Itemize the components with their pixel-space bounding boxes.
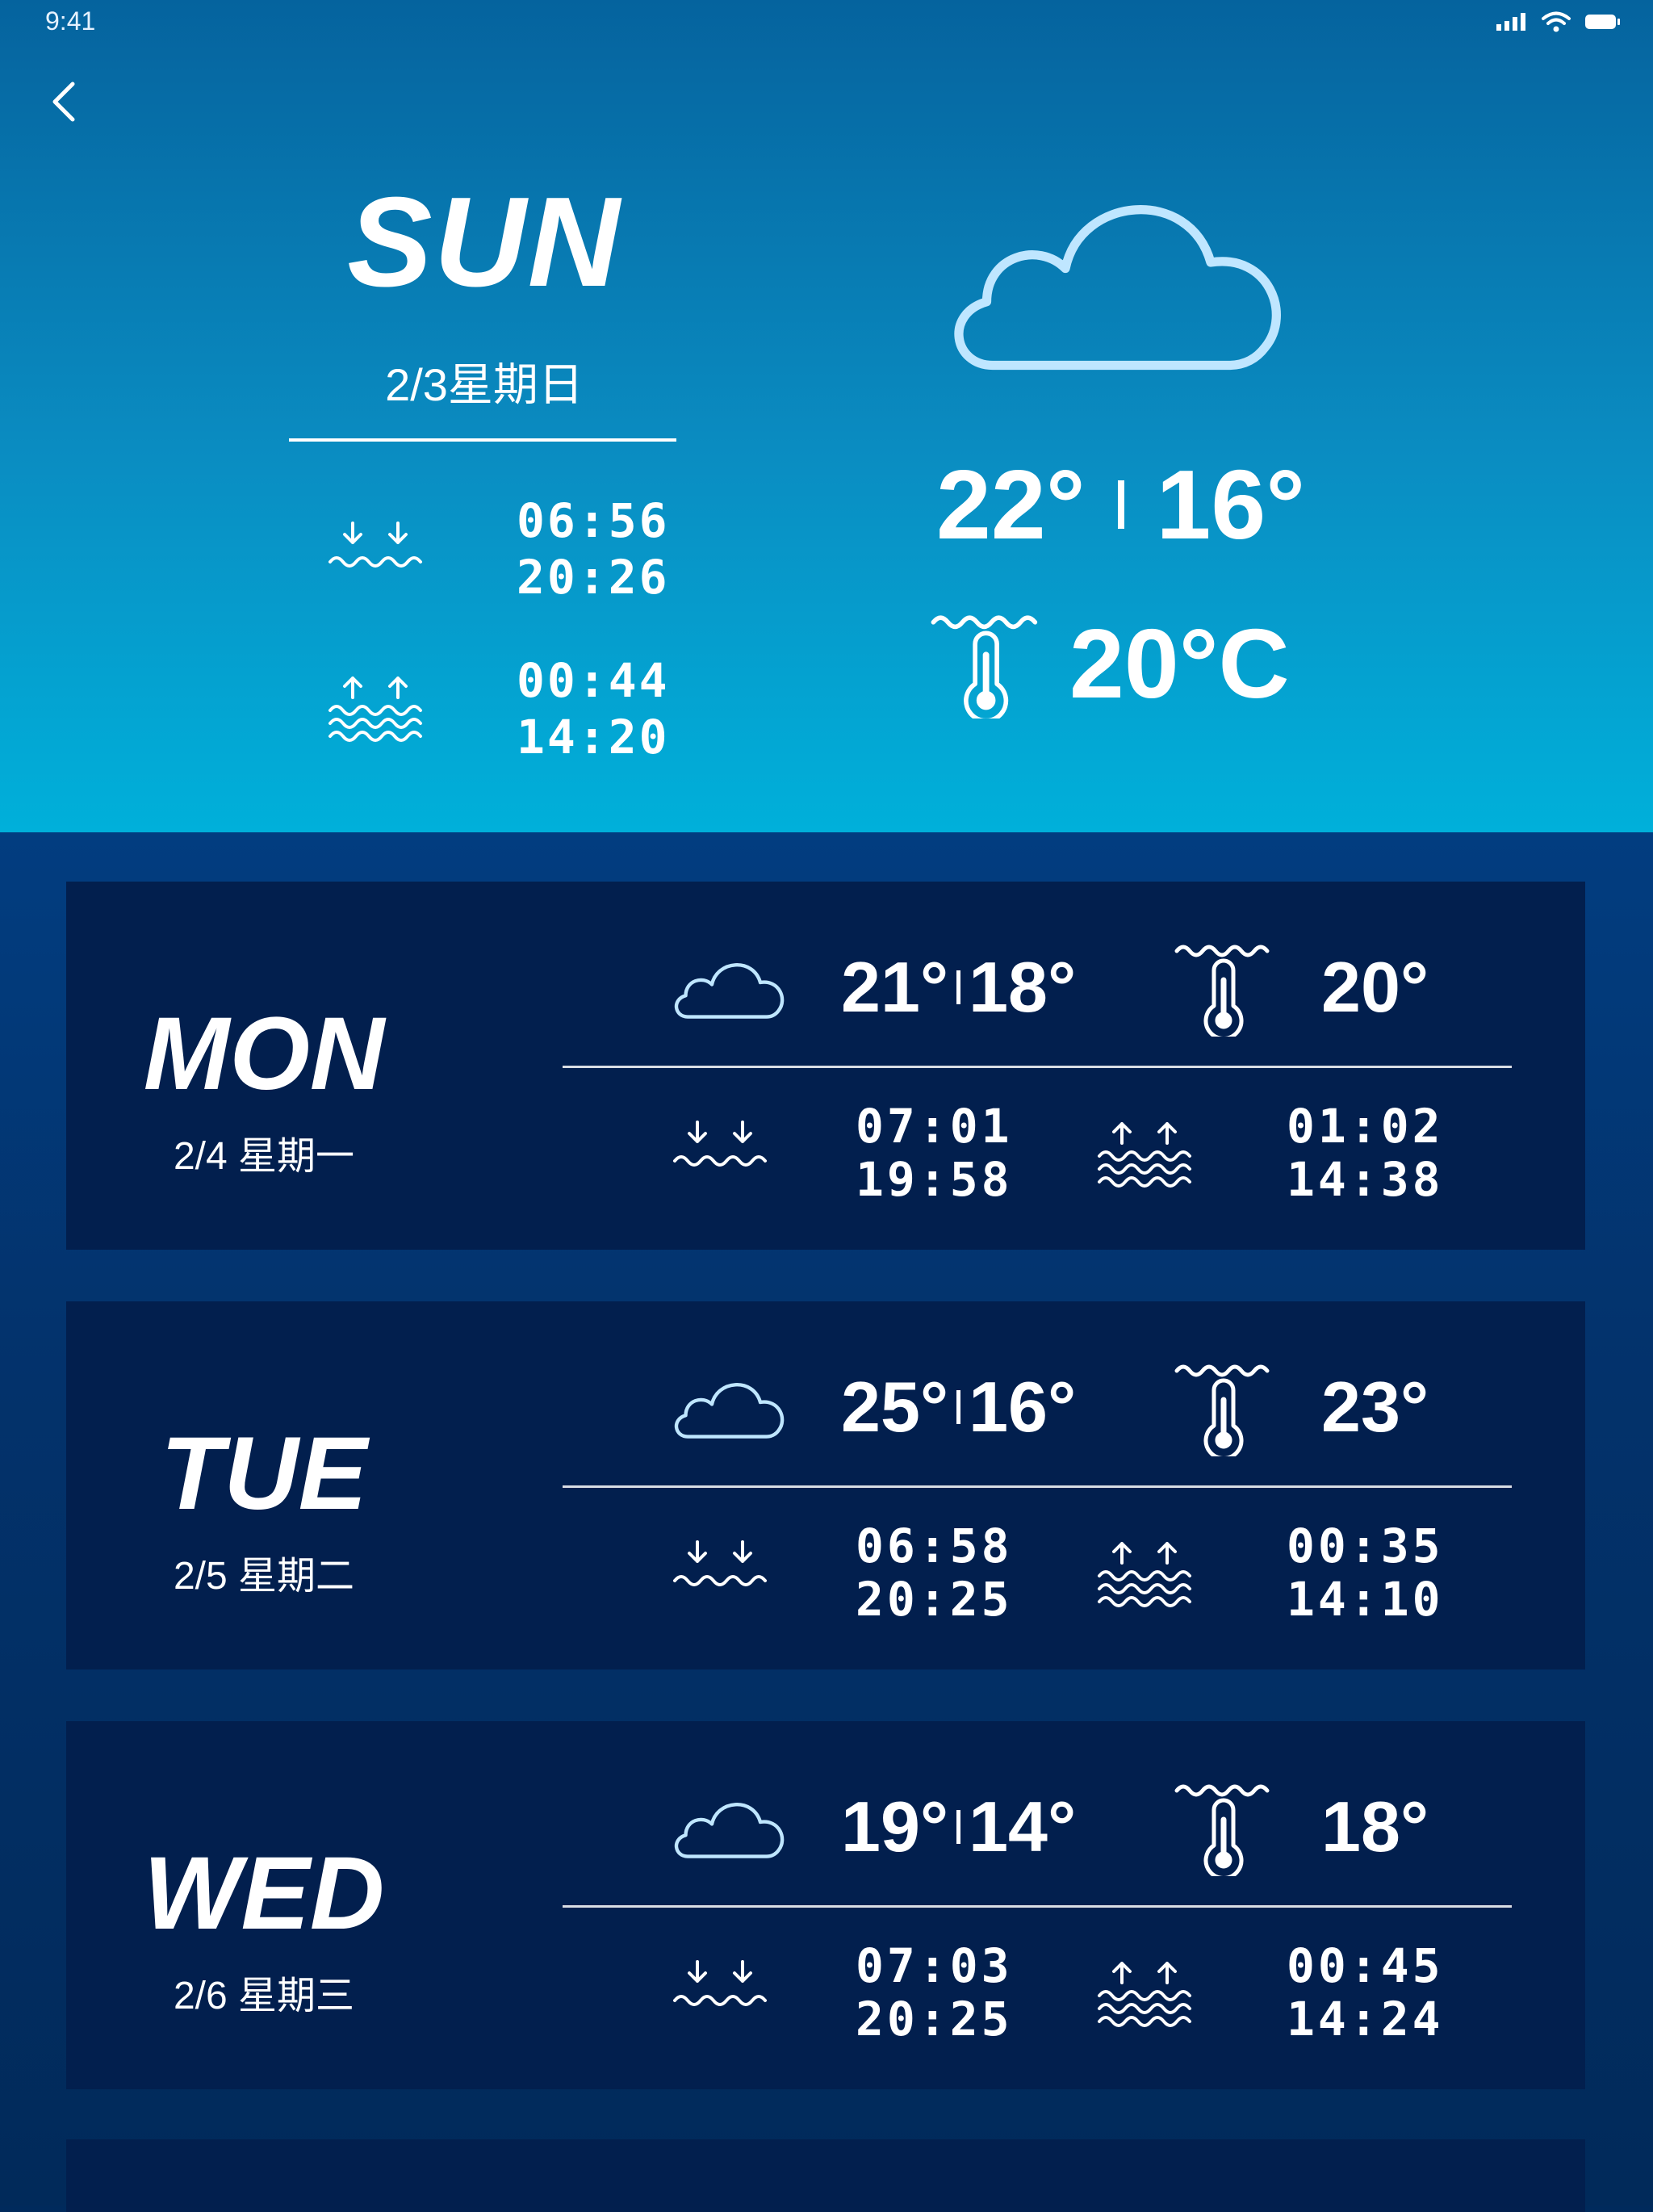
today-high-tide-time-1: 00:44 xyxy=(517,653,670,708)
today-temperature: 22° 16° xyxy=(936,448,1305,561)
low-tide-icon xyxy=(673,1960,767,2006)
water-thermometer-icon xyxy=(1174,1779,1278,1876)
cloud-icon xyxy=(667,1790,789,1862)
today-day: SUN xyxy=(347,171,621,313)
today-high-tide-time-2: 14:20 xyxy=(517,710,670,765)
forecast-date: 2/6 星期三 xyxy=(173,1975,355,2017)
card-divider xyxy=(563,1905,1512,1908)
water-thermometer-icon xyxy=(1174,1359,1278,1456)
status-time: 9:41 xyxy=(45,6,96,36)
forecast-water-temp: 20° xyxy=(1321,947,1429,1027)
forecast-temp-high: 19° xyxy=(841,1787,949,1866)
forecast-temp-high: 25° xyxy=(841,1367,949,1447)
low-tide-time-2: 20:25 xyxy=(856,1992,1013,2047)
forecast-water-temp: 18° xyxy=(1321,1787,1429,1866)
today-divider xyxy=(289,438,676,442)
cloud-icon xyxy=(932,165,1295,383)
today-temp-low: 16° xyxy=(1156,450,1306,559)
low-tide-time-2: 20:25 xyxy=(856,1572,1013,1627)
status-icons xyxy=(1496,11,1621,32)
high-tide-time-1: 00:35 xyxy=(1287,1519,1444,1573)
forecast-temp-high: 21° xyxy=(841,947,949,1027)
forecast-day: TUE xyxy=(161,1416,367,1531)
cloud-icon xyxy=(667,950,789,1023)
low-tide-icon xyxy=(673,1121,767,1167)
low-tide-time-1: 07:03 xyxy=(856,1938,1013,1993)
high-tide-icon xyxy=(1098,1542,1191,1607)
cloud-icon xyxy=(667,1370,789,1443)
high-tide-time-1: 00:45 xyxy=(1287,1938,1444,1993)
forecast-day: MON xyxy=(143,996,385,1112)
forecast-temperature: 21° 18° xyxy=(841,946,1076,1028)
forecast-card-wed[interactable]: WED 2/6 星期三 19° 14° 18° 07:03 20:25 00:4… xyxy=(66,1721,1585,2089)
card-divider xyxy=(563,1485,1512,1488)
forecast-card-tue[interactable]: TUE 2/5 星期二 25° 16° 23° 06:58 20:25 00:3… xyxy=(66,1301,1585,1669)
high-tide-time-2: 14:24 xyxy=(1287,1992,1444,2047)
forecast-temp-low: 16° xyxy=(969,1367,1077,1447)
forecast-card-mon[interactable]: MON 2/4 星期一 21° 18° 20° 07:01 19:58 01:0… xyxy=(66,882,1585,1250)
forecast-high-tide-times: 00:45 14:24 xyxy=(1287,1939,1444,2046)
water-thermometer-icon xyxy=(928,610,1049,718)
temp-separator xyxy=(956,1810,961,1844)
temp-separator xyxy=(956,970,961,1004)
forecast-date: 2/5 星期二 xyxy=(173,1555,355,1598)
water-thermometer-icon xyxy=(1174,940,1278,1037)
today-high-tide-times: 00:44 14:20 xyxy=(517,652,670,765)
low-tide-icon xyxy=(673,1540,767,1586)
card-divider xyxy=(563,1066,1512,1068)
today-low-tide-time-2: 20:26 xyxy=(517,550,670,605)
high-tide-time-1: 01:02 xyxy=(1287,1099,1444,1154)
battery-icon xyxy=(1585,15,1620,29)
low-tide-time-2: 19:58 xyxy=(856,1152,1013,1207)
today-water-temp: 20°C xyxy=(1069,609,1290,718)
low-tide-time-1: 07:01 xyxy=(856,1099,1013,1154)
forecast-temp-low: 14° xyxy=(969,1787,1077,1866)
today-low-tide-times: 06:56 20:26 xyxy=(517,492,670,605)
forecast-high-tide-times: 01:02 14:38 xyxy=(1287,1100,1444,1206)
forecast-temperature: 19° 14° xyxy=(841,1786,1076,1868)
temp-separator xyxy=(956,1390,961,1424)
high-tide-icon xyxy=(1098,1962,1191,2027)
forecast-temp-low: 18° xyxy=(969,947,1077,1027)
forecast-temperature: 25° 16° xyxy=(841,1366,1076,1448)
low-tide-icon xyxy=(329,522,422,568)
today-temp-high: 22° xyxy=(936,450,1086,559)
high-tide-icon xyxy=(1098,1122,1191,1188)
forecast-high-tide-times: 00:35 14:10 xyxy=(1287,1519,1444,1626)
today-low-tide-time-1: 06:56 xyxy=(517,493,670,548)
forecast-day: WED xyxy=(143,1836,385,1951)
today-hero xyxy=(0,0,1653,832)
forecast-low-tide-times: 07:03 20:25 xyxy=(856,1939,1013,2046)
forecast-date: 2/4 星期一 xyxy=(173,1135,355,1178)
forecast-card-partial[interactable] xyxy=(66,2139,1585,2212)
forecast-low-tide-times: 06:58 20:25 xyxy=(856,1519,1013,1626)
high-tide-icon xyxy=(329,677,422,742)
high-tide-time-2: 14:10 xyxy=(1287,1572,1444,1627)
high-tide-time-2: 14:38 xyxy=(1287,1152,1444,1207)
wifi-icon xyxy=(1542,11,1571,32)
low-tide-time-1: 06:58 xyxy=(856,1519,1013,1573)
forecast-low-tide-times: 07:01 19:58 xyxy=(856,1100,1013,1206)
forecast-water-temp: 23° xyxy=(1321,1367,1429,1447)
back-chevron-icon[interactable] xyxy=(42,78,90,126)
signal-icon xyxy=(1496,13,1525,31)
temp-separator xyxy=(1117,480,1124,529)
today-date: 2/3星期日 xyxy=(385,359,584,410)
